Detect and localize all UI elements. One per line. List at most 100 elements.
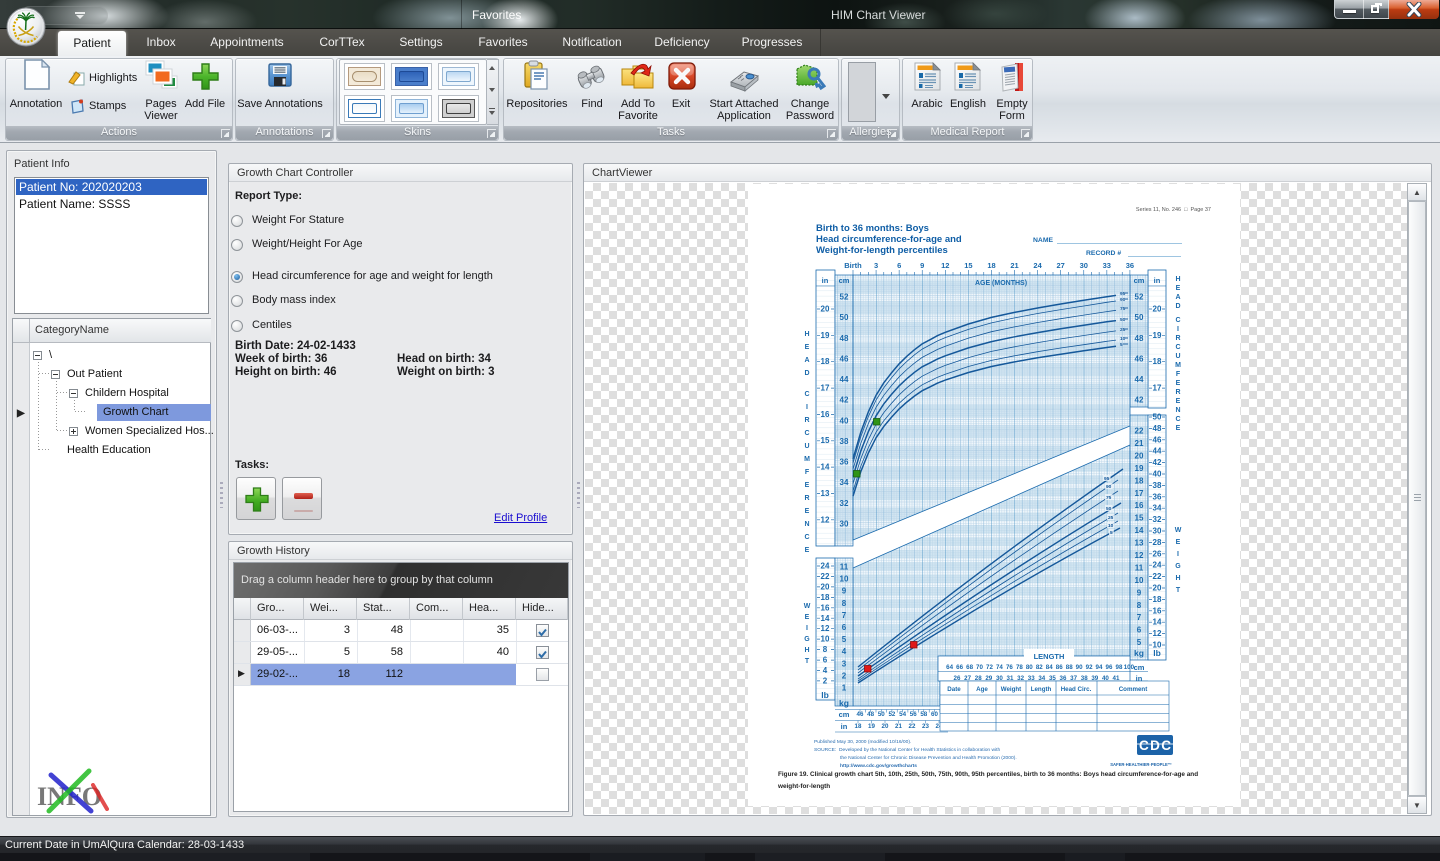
svg-text:H: H bbox=[1175, 575, 1180, 582]
svg-text:6: 6 bbox=[823, 656, 828, 665]
svg-text:H: H bbox=[804, 647, 809, 654]
svg-text:90: 90 bbox=[1120, 297, 1126, 303]
svg-text:52: 52 bbox=[1135, 293, 1144, 302]
svg-text:in: in bbox=[841, 722, 848, 731]
svg-text:E: E bbox=[805, 482, 810, 489]
svg-text:46: 46 bbox=[1135, 354, 1144, 363]
svg-text:24: 24 bbox=[821, 562, 830, 571]
svg-text:5: 5 bbox=[1110, 530, 1113, 536]
svg-text:46: 46 bbox=[840, 354, 849, 363]
svg-text:weight-for-length: weight-for-length bbox=[777, 783, 830, 790]
svg-text:7: 7 bbox=[842, 611, 847, 620]
svg-text:19: 19 bbox=[1135, 464, 1144, 473]
svg-text:Age: Age bbox=[976, 686, 988, 693]
svg-text:Figure 19. Clinical growth cha: Figure 19. Clinical growth chart 5th, 10… bbox=[778, 771, 1198, 778]
svg-text:27: 27 bbox=[1057, 261, 1065, 270]
svg-text:E: E bbox=[1176, 425, 1181, 432]
svg-text:9: 9 bbox=[920, 261, 924, 270]
svg-text:9: 9 bbox=[842, 587, 847, 596]
svg-text:in: in bbox=[1154, 276, 1161, 285]
svg-text:42: 42 bbox=[1135, 396, 1144, 405]
svg-text:E: E bbox=[805, 508, 810, 515]
svg-text:11: 11 bbox=[1135, 563, 1144, 572]
svg-text:50: 50 bbox=[1135, 313, 1144, 322]
svg-text:Published May 30, 2000 (modifi: Published May 30, 2000 (modified 10/16/0… bbox=[814, 739, 911, 745]
svg-text:R: R bbox=[804, 417, 809, 424]
svg-text:E: E bbox=[1176, 285, 1181, 292]
svg-text:14: 14 bbox=[821, 463, 830, 472]
svg-text:19: 19 bbox=[821, 331, 830, 340]
svg-text:94: 94 bbox=[1096, 664, 1103, 671]
svg-text:18: 18 bbox=[821, 357, 830, 366]
svg-text:H: H bbox=[1175, 276, 1180, 283]
svg-text:48: 48 bbox=[840, 334, 849, 343]
svg-text:AGE (MONTHS): AGE (MONTHS) bbox=[975, 280, 1027, 287]
svg-text:12: 12 bbox=[1153, 629, 1162, 638]
svg-text:80: 80 bbox=[1026, 664, 1033, 671]
svg-text:6: 6 bbox=[897, 261, 901, 270]
svg-text:15: 15 bbox=[821, 436, 830, 445]
svg-text:10: 10 bbox=[1135, 576, 1144, 585]
svg-text:I: I bbox=[1177, 326, 1179, 333]
svg-text:cm: cm bbox=[839, 710, 850, 719]
svg-text:44: 44 bbox=[1153, 447, 1162, 456]
svg-text:22: 22 bbox=[909, 723, 916, 730]
svg-text:95: 95 bbox=[1120, 291, 1126, 297]
svg-text:74: 74 bbox=[996, 664, 1003, 671]
svg-text:92: 92 bbox=[1086, 664, 1093, 671]
svg-text:8: 8 bbox=[823, 645, 828, 654]
svg-text:25: 25 bbox=[1108, 515, 1114, 521]
svg-text:75: 75 bbox=[1120, 306, 1126, 312]
svg-text:98: 98 bbox=[1116, 664, 1123, 671]
svg-text:R: R bbox=[1175, 335, 1180, 342]
svg-text:82: 82 bbox=[1036, 664, 1043, 671]
svg-text:lb: lb bbox=[1153, 648, 1161, 658]
svg-text:16: 16 bbox=[1135, 501, 1144, 510]
svg-text:20: 20 bbox=[821, 305, 830, 314]
svg-text:E: E bbox=[805, 547, 810, 554]
svg-text:30: 30 bbox=[1080, 261, 1088, 270]
svg-text:86: 86 bbox=[1056, 664, 1063, 671]
svg-text:in: in bbox=[822, 276, 829, 285]
svg-text:E: E bbox=[805, 614, 810, 621]
svg-text:44: 44 bbox=[1135, 375, 1144, 384]
svg-text:44: 44 bbox=[840, 375, 849, 384]
svg-text:42: 42 bbox=[840, 396, 849, 405]
svg-text:16: 16 bbox=[1153, 606, 1162, 615]
svg-text:28: 28 bbox=[1153, 538, 1162, 547]
svg-text:I: I bbox=[806, 404, 808, 411]
svg-text:13: 13 bbox=[1135, 539, 1144, 548]
svg-text:Head Circ.: Head Circ. bbox=[1061, 686, 1092, 693]
svg-text:1: 1 bbox=[842, 684, 847, 693]
svg-text:50: 50 bbox=[1106, 506, 1112, 512]
svg-text:5: 5 bbox=[842, 635, 847, 644]
svg-text:cm: cm bbox=[839, 276, 850, 285]
svg-text:40: 40 bbox=[840, 416, 849, 425]
svg-text:U: U bbox=[804, 443, 809, 450]
svg-text:52: 52 bbox=[888, 711, 895, 718]
svg-text:50: 50 bbox=[840, 313, 849, 322]
svg-text:NAME: NAME bbox=[1033, 237, 1053, 244]
svg-text:20: 20 bbox=[1153, 305, 1162, 314]
svg-text:I: I bbox=[806, 625, 808, 632]
svg-text:18: 18 bbox=[821, 593, 830, 602]
svg-text:48: 48 bbox=[1135, 334, 1144, 343]
svg-text:3: 3 bbox=[842, 659, 847, 668]
svg-text:I: I bbox=[1177, 551, 1179, 558]
svg-text:LENGTH: LENGTH bbox=[1034, 652, 1065, 661]
svg-text:Date: Date bbox=[947, 686, 961, 693]
svg-text:60: 60 bbox=[931, 711, 938, 718]
svg-text:F: F bbox=[1176, 371, 1181, 378]
svg-text:C: C bbox=[1175, 344, 1180, 351]
svg-text:C: C bbox=[804, 534, 809, 541]
svg-text:G: G bbox=[1175, 563, 1181, 570]
svg-text:64: 64 bbox=[946, 664, 953, 671]
svg-text:46: 46 bbox=[1153, 435, 1162, 444]
svg-text:9: 9 bbox=[1137, 588, 1142, 597]
svg-text:kg: kg bbox=[839, 698, 849, 708]
svg-text:7: 7 bbox=[1137, 613, 1142, 622]
svg-text:12: 12 bbox=[821, 624, 830, 633]
svg-text:T: T bbox=[805, 658, 810, 665]
svg-text:22: 22 bbox=[1135, 427, 1144, 436]
svg-text:T: T bbox=[1176, 587, 1181, 594]
